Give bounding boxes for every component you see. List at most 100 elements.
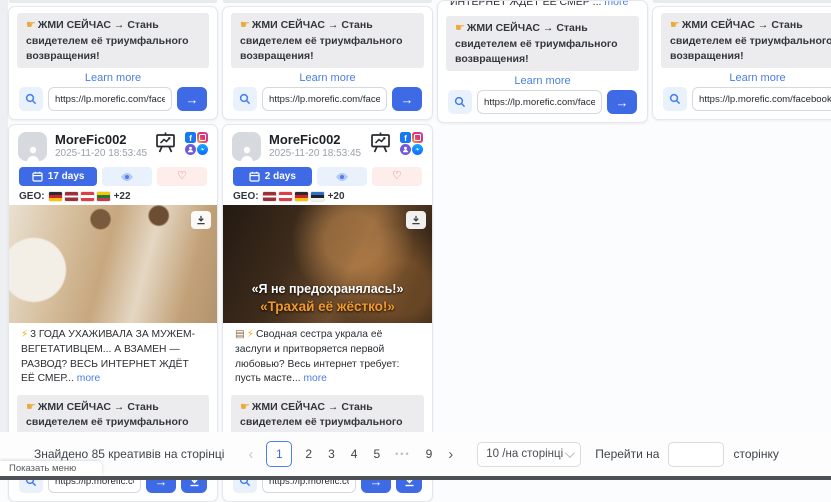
pagination-nav: ‹ 1 2 3 4 5 ••• 9 ›	[240, 441, 461, 467]
pages-ellipsis[interactable]: •••	[388, 449, 417, 459]
audience-network-icon[interactable]	[185, 144, 196, 155]
messenger-icon[interactable]	[412, 144, 423, 155]
search-button[interactable]	[233, 87, 257, 111]
prev-page-icon[interactable]: ‹	[240, 446, 261, 463]
geo-label: GEO:	[19, 191, 45, 202]
search-button[interactable]	[448, 90, 472, 114]
eye-icon	[335, 172, 349, 182]
page-button-active[interactable]: 1	[266, 441, 292, 467]
column-3: ИНТЕРНЕТ ЖДЁТ ЕЁ СМЕР ... more ☛ЖМИ СЕЙЧ…	[437, 0, 648, 502]
cta-banner-text: ЖМИ СЕЙЧАС → Стань свидетелем её триумфа…	[240, 19, 403, 62]
favorite-heart-button[interactable]: ♡	[157, 167, 207, 186]
flag-lt-icon	[97, 192, 110, 201]
page-size-value: 10 /на сторінці	[486, 448, 563, 460]
pointing-hand-icon: ☛	[240, 401, 250, 413]
goto-suffix-label: сторінку	[733, 447, 778, 461]
download-image-button[interactable]	[406, 211, 426, 229]
instagram-icon[interactable]	[197, 132, 208, 143]
image-caption-line2: «Трахай её жёстко!»	[223, 298, 432, 316]
days-active-button[interactable]: 17 days	[19, 167, 97, 186]
page-button[interactable]: 4	[343, 447, 366, 461]
profile-meta: MoreFic002 2025-11-20 18:53:45	[55, 132, 153, 160]
calendar-icon	[249, 171, 260, 182]
arrow-right-icon: →	[616, 96, 629, 109]
page-button[interactable]: 5	[365, 447, 388, 461]
card-header: MoreFic002 2025-11-20 18:53:45 f	[9, 125, 217, 164]
lightning-icon: ⚡	[21, 329, 28, 340]
geo-more-count[interactable]: +22	[114, 191, 131, 202]
landing-url-input[interactable]	[692, 87, 831, 111]
page-button[interactable]: 2	[297, 447, 320, 461]
open-url-button[interactable]: →	[392, 87, 422, 111]
card-header: MoreFic002 2025-11-20 18:53:45 f	[223, 125, 432, 164]
clipped-card-edge	[653, 0, 831, 3]
chevron-down-icon	[565, 448, 575, 458]
pointing-hand-icon: ☛	[26, 19, 36, 31]
creative-timestamp: 2025-11-20 18:53:45	[55, 147, 153, 160]
flag-ee-icon	[311, 192, 324, 201]
book-icon: ▤	[235, 329, 245, 340]
stats-presentation-icon[interactable]	[368, 132, 393, 153]
pointing-hand-icon: ☛	[240, 19, 250, 31]
card-actions: 2 days ♡	[233, 167, 422, 186]
download-image-button[interactable]	[191, 211, 211, 229]
creative-description: ⚡3 ГОДА УХАЖИВАЛА ЗА МУЖЕМ-ВЕГЕТАТИВЦЕМ.…	[9, 323, 217, 388]
calendar-icon	[32, 171, 43, 182]
flag-lv-icon	[263, 192, 276, 201]
search-icon	[239, 93, 251, 105]
flag-lv-icon	[65, 192, 78, 201]
page-button-last[interactable]: 9	[418, 447, 441, 461]
next-page-icon[interactable]: ›	[440, 446, 461, 463]
cta-banner-text: ЖМИ СЕЙЧАС → Стань свидетелем её триумфа…	[455, 22, 618, 65]
learn-more-link[interactable]: Learn more	[653, 72, 831, 84]
messenger-icon[interactable]	[197, 144, 208, 155]
learn-more-link[interactable]: Learn more	[438, 75, 647, 87]
more-link[interactable]: more	[604, 1, 628, 8]
profile-name: MoreFic002	[55, 132, 153, 147]
column-2: ☛ЖМИ СЕЙЧАС → Стань свидетелем её триумф…	[222, 0, 433, 502]
audience-network-icon[interactable]	[400, 144, 411, 155]
landing-url-input[interactable]	[48, 87, 172, 111]
favorite-heart-button[interactable]: ♡	[372, 167, 422, 186]
goto-page-input[interactable]	[668, 442, 724, 467]
geo-row: GEO: +20	[233, 191, 422, 202]
url-row	[663, 87, 831, 111]
more-link[interactable]: more	[77, 373, 100, 384]
learn-more-link[interactable]: Learn more	[223, 72, 432, 84]
show-menu-button[interactable]: Показать меню	[0, 461, 102, 476]
page-button[interactable]: 3	[320, 447, 343, 461]
url-row: →	[233, 87, 422, 111]
cta-banner-text: ЖМИ СЕЙЧАС → Стань свидетелем её триумфа…	[670, 19, 831, 62]
search-button[interactable]	[663, 87, 687, 111]
url-row: →	[19, 87, 207, 111]
placement-icons: f	[400, 132, 423, 155]
creative-image[interactable]	[9, 205, 217, 323]
search-icon	[669, 93, 681, 105]
open-url-button[interactable]: →	[177, 87, 207, 111]
geo-more-count[interactable]: +20	[328, 191, 345, 202]
search-button[interactable]	[19, 87, 43, 111]
facebook-icon[interactable]: f	[185, 132, 196, 143]
header-icons: f	[153, 132, 208, 155]
eye-icon	[120, 172, 134, 182]
goto-prefix-label: Перейти на	[595, 447, 659, 461]
open-url-button[interactable]: →	[607, 90, 637, 114]
profile-name: MoreFic002	[269, 132, 368, 147]
days-active-button[interactable]: 2 days	[233, 167, 312, 186]
preview-eye-button[interactable]	[317, 167, 367, 186]
clipped-card-edge	[9, 0, 217, 3]
learn-more-link[interactable]: Learn more	[9, 72, 217, 84]
preview-eye-button[interactable]	[102, 167, 152, 186]
more-link[interactable]: more	[303, 373, 326, 384]
stats-presentation-icon[interactable]	[153, 132, 178, 153]
pointing-hand-icon: ☛	[670, 19, 680, 31]
download-icon	[196, 215, 206, 225]
page-size-select[interactable]: 10 /на сторінці	[477, 442, 581, 467]
creative-image[interactable]: «Я не предохранялась!» «Трахай её жёстко…	[223, 205, 432, 323]
landing-url-input[interactable]	[262, 87, 387, 111]
geo-label: GEO:	[233, 191, 259, 202]
landing-url-input[interactable]	[477, 90, 602, 114]
facebook-icon[interactable]: f	[400, 132, 411, 143]
goto-page: Перейти на сторінку	[595, 442, 779, 467]
instagram-icon[interactable]	[412, 132, 423, 143]
